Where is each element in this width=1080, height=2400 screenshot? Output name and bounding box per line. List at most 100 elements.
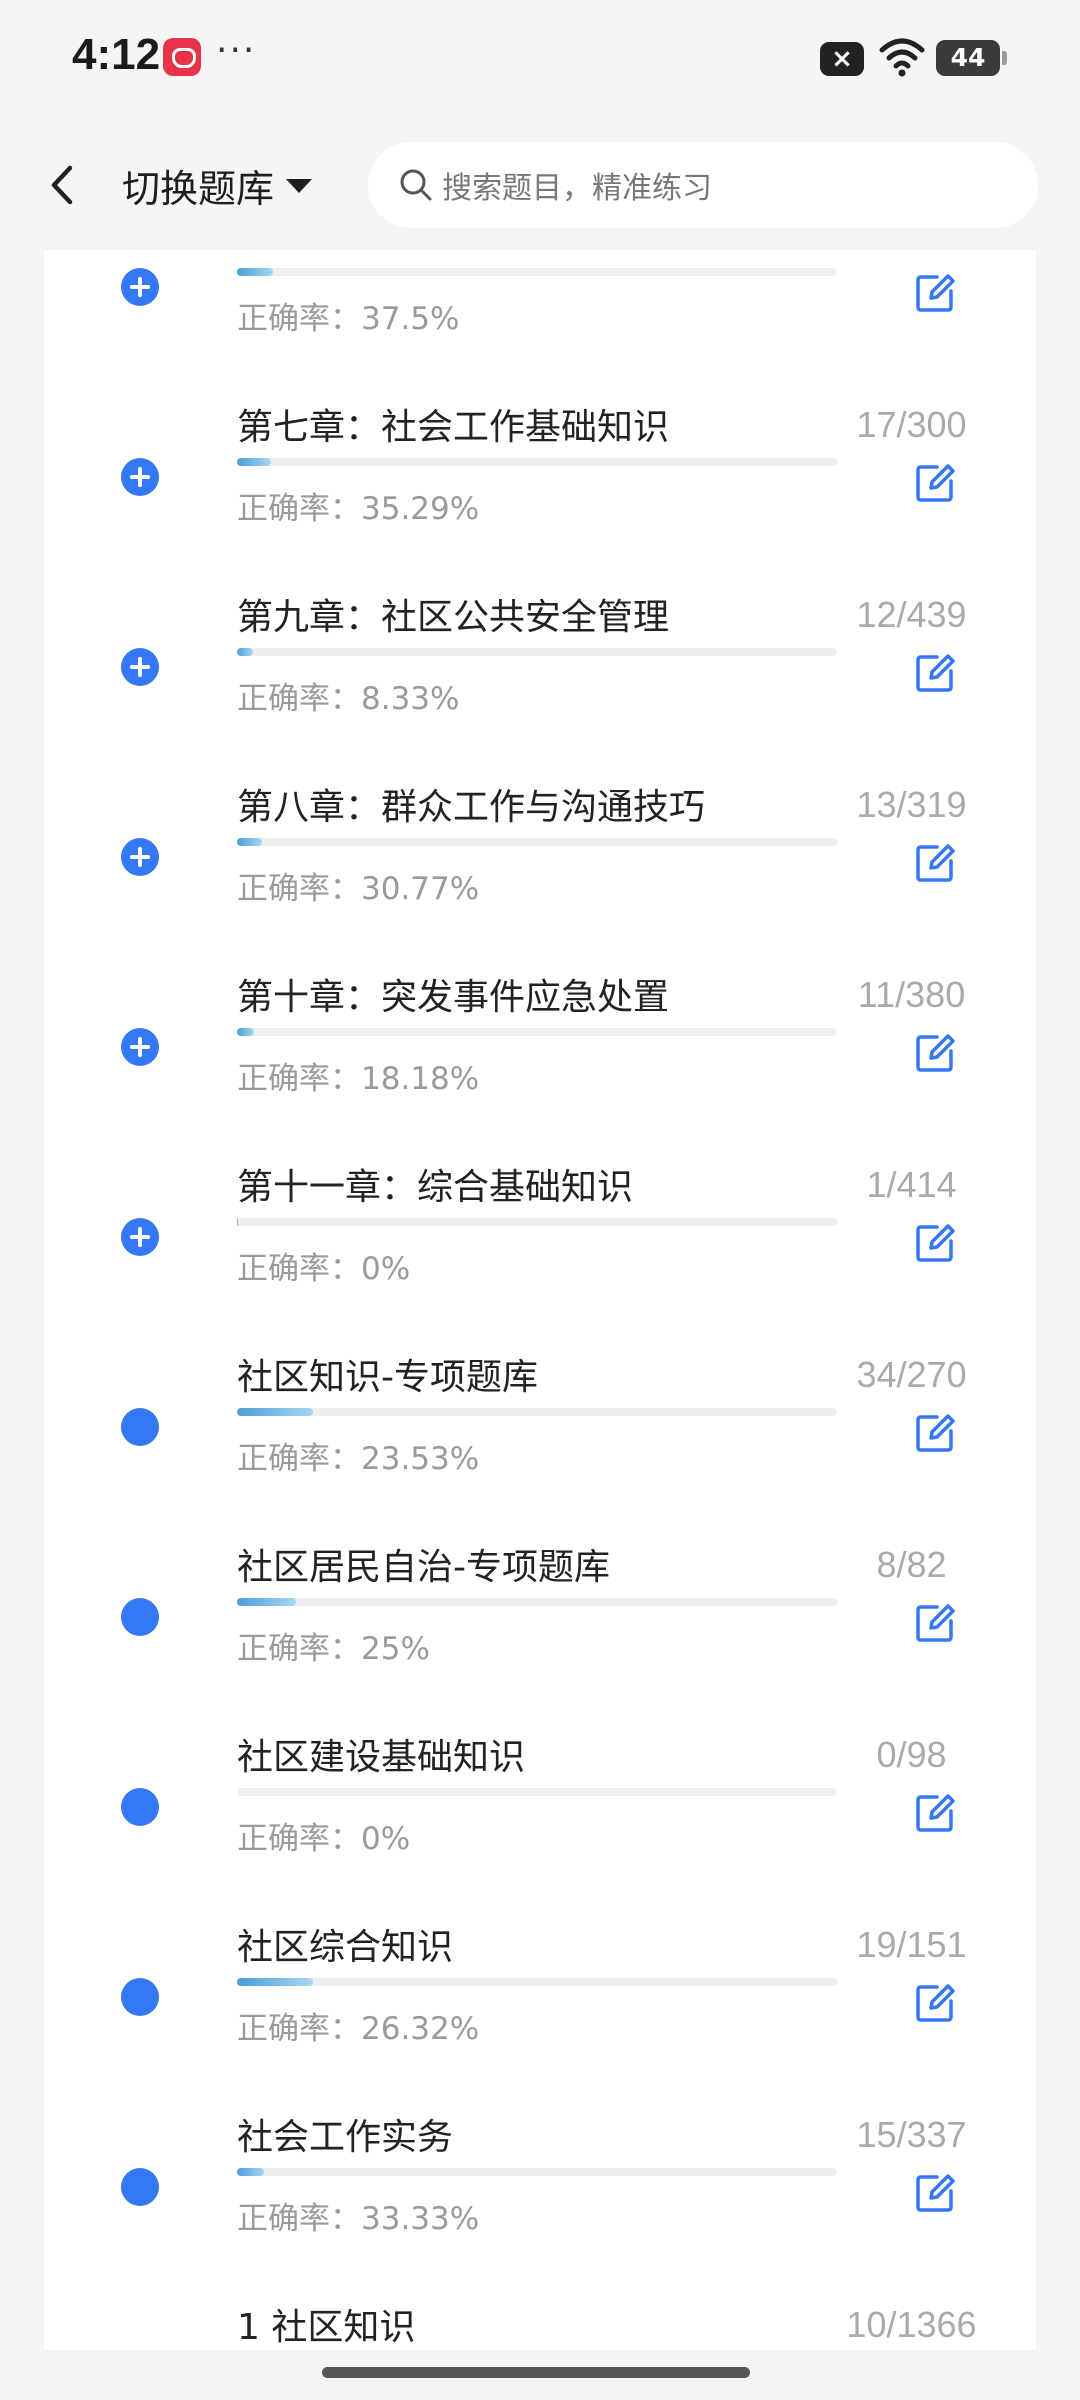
- dot-icon[interactable]: [121, 1978, 159, 2016]
- progress-bar: [237, 1978, 837, 1986]
- search-placeholder: 搜索题目，精准练习: [442, 171, 712, 206]
- chapter-row[interactable]: 社区建设基础知识正确率：0% 0/98: [44, 1680, 1036, 1870]
- edit-icon[interactable]: [913, 461, 957, 505]
- plus-circle-icon[interactable]: [121, 1218, 159, 1256]
- accuracy-label: 正确率：0%: [237, 1251, 411, 1287]
- question-bank-switch[interactable]: 切换题库: [122, 158, 313, 212]
- question-count: 15/337: [856, 2114, 967, 2155]
- edit-icon[interactable]: [913, 841, 957, 885]
- chapter-row[interactable]: 第九章：社区公共安全管理 正确率：8.33% 12/439: [44, 540, 1036, 730]
- edit-icon[interactable]: [913, 1601, 957, 1645]
- chapter-title: 社区建设基础知识: [237, 1737, 526, 1778]
- question-count: 12/439: [856, 594, 967, 635]
- caret-down-icon: [286, 179, 313, 193]
- progress-fill: [237, 1028, 254, 1036]
- progress-fill: [237, 458, 271, 466]
- edit-icon[interactable]: [913, 1411, 957, 1455]
- progress-bar: [237, 1788, 837, 1796]
- progress-fill: [237, 648, 253, 656]
- chapter-title: 第十一章：综合基础知识: [237, 1167, 634, 1208]
- dot-icon[interactable]: [121, 1408, 159, 1446]
- home-indicator: [322, 2367, 750, 2378]
- header: 切换题库 搜索题目，精准练习: [0, 120, 1080, 250]
- chapter-row[interactable]: 第七章：社会工作基础知识 正确率：35.29% 17/300: [44, 350, 1036, 540]
- status-time: 4:12: [72, 30, 161, 79]
- progress-bar: [237, 268, 837, 276]
- progress-fill: [237, 268, 273, 276]
- chapter-row[interactable]: 1 社区知识 10/1366: [44, 2250, 1036, 2350]
- edit-icon[interactable]: [913, 1221, 957, 1265]
- question-count: 0/98: [876, 1734, 947, 1775]
- chapter-title: 1 社区知识: [237, 2307, 416, 2348]
- chapter-row[interactable]: 社区知识-专项题库正确率：23.53% 34/270: [44, 1300, 1036, 1490]
- plus-circle-icon[interactable]: [121, 648, 159, 686]
- accuracy-label: 正确率：25%: [237, 1631, 430, 1667]
- progress-bar: [237, 648, 837, 656]
- chapter-row[interactable]: 正确率：37.5%: [44, 250, 1036, 350]
- question-bank-switch-label: 切换题库: [122, 166, 275, 211]
- dot-icon[interactable]: [121, 1788, 159, 1826]
- progress-bar: [237, 1408, 837, 1416]
- edit-icon[interactable]: [913, 651, 957, 695]
- accuracy-label: 正确率：33.33%: [237, 2201, 480, 2237]
- status-bar: 4:12 ··· × 44: [0, 0, 1080, 120]
- progress-bar: [237, 1028, 837, 1036]
- chapter-title: 社会工作实务: [237, 2117, 454, 2158]
- chapter-title: 社区居民自治-专项题库: [237, 1547, 610, 1588]
- chapter-row[interactable]: 社会工作实务正确率：33.33% 15/337: [44, 2060, 1036, 2250]
- accuracy-label: 正确率：37.5%: [237, 301, 460, 337]
- battery-icon: 44: [936, 40, 1007, 76]
- chapter-row[interactable]: 第十章：突发事件应急处置正确率：18.18% 11/380: [44, 920, 1036, 1110]
- progress-bar: [237, 458, 837, 466]
- plus-circle-icon[interactable]: [121, 838, 159, 876]
- chapter-title: 第九章：社区公共安全管理: [237, 597, 670, 638]
- chapter-title: 第八章：群众工作与沟通技巧: [237, 787, 706, 828]
- progress-fill: [237, 838, 262, 846]
- notification-badge-icon: ×: [820, 42, 864, 76]
- dot-icon[interactable]: [121, 2168, 159, 2206]
- chapter-title: 第十章：突发事件应急处置: [237, 977, 670, 1018]
- progress-fill: [237, 1218, 238, 1226]
- accuracy-label: 正确率：18.18%: [237, 1061, 480, 1097]
- progress-bar: [237, 2168, 837, 2176]
- dot-icon[interactable]: [121, 1598, 159, 1636]
- question-count: 11/380: [857, 974, 966, 1015]
- wifi-icon: [879, 38, 925, 77]
- question-count: 8/82: [876, 1544, 947, 1585]
- progress-fill: [237, 1978, 313, 1986]
- plus-circle-icon[interactable]: [121, 268, 159, 306]
- chapter-row[interactable]: 社区居民自治-专项题库正确率：25% 8/82: [44, 1490, 1036, 1680]
- edit-icon[interactable]: [913, 1791, 957, 1835]
- edit-icon[interactable]: [913, 271, 957, 315]
- question-count: 10/1366: [846, 2304, 977, 2345]
- plus-circle-icon[interactable]: [121, 1028, 159, 1066]
- progress-bar: [237, 1598, 837, 1606]
- chapter-title: 社区知识-专项题库: [237, 1357, 538, 1398]
- edit-icon[interactable]: [913, 2171, 957, 2215]
- accuracy-label: 正确率：30.77%: [237, 871, 480, 907]
- chapter-row[interactable]: 社区综合知识正确率：26.32% 19/151: [44, 1870, 1036, 2060]
- chapter-title: 社区综合知识: [237, 1927, 454, 1968]
- question-count: 1/414: [866, 1164, 957, 1205]
- question-count: 13/319: [856, 784, 967, 825]
- more-notifications-icon: ···: [216, 30, 257, 71]
- accuracy-label: 正确率：23.53%: [237, 1441, 480, 1477]
- chapter-row[interactable]: 第八章：群众工作与沟通技巧正确率：30.77% 13/319: [44, 730, 1036, 920]
- back-button[interactable]: [40, 160, 88, 210]
- app-notification-icon: [163, 38, 201, 76]
- plus-circle-icon[interactable]: [121, 458, 159, 496]
- question-count: 34/270: [856, 1354, 967, 1395]
- accuracy-label: 正确率：26.32%: [237, 2011, 480, 2047]
- question-count: 17/300: [856, 404, 967, 445]
- search-icon: [400, 169, 432, 201]
- progress-fill: [237, 2168, 264, 2176]
- edit-icon[interactable]: [913, 1031, 957, 1075]
- question-count: 19/151: [856, 1924, 967, 1965]
- progress-bar: [237, 1218, 837, 1226]
- chapter-list: 正确率：37.5% 第七章：社会工作基础知识 正确率：35.29% 17/300 第九章…: [44, 250, 1036, 2350]
- chapter-row[interactable]: 第十一章：综合基础知识正确率：0% 1/414: [44, 1110, 1036, 1300]
- accuracy-label: 正确率：0%: [237, 1821, 411, 1857]
- edit-icon[interactable]: [913, 1981, 957, 2025]
- search-input[interactable]: 搜索题目，精准练习: [368, 142, 1038, 228]
- progress-fill: [237, 1598, 296, 1606]
